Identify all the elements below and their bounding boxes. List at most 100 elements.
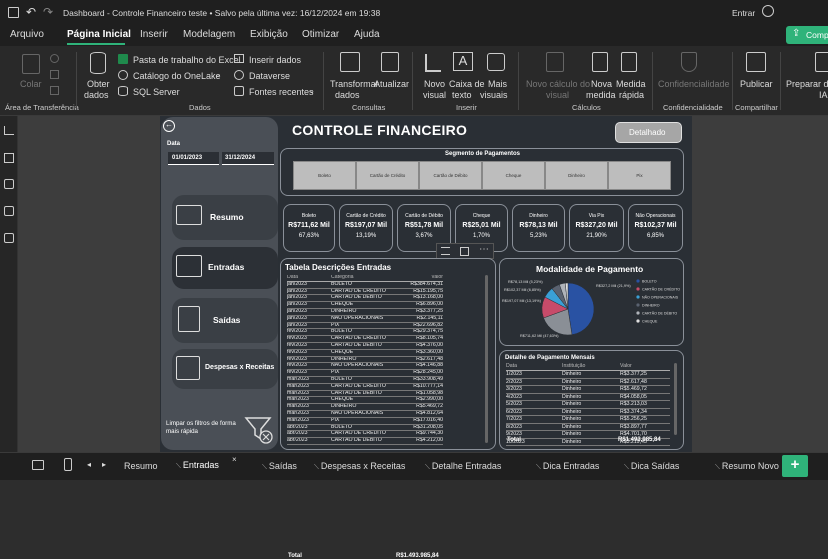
table-row[interactable]: mar/2023 CARTÃO DE DÉBITO R$1.058,98 (287, 391, 443, 398)
table-row[interactable]: fev/2023 BOLETO R$29.374,75 (287, 329, 443, 337)
sql-button[interactable]: SQL Server (133, 87, 180, 97)
recent-sources-chevron-icon[interactable]: ⌄ (309, 87, 315, 95)
more-options-icon[interactable]: ⋯ (479, 244, 489, 255)
new-visual-calc-button[interactable]: Novo cálculo do (526, 79, 590, 89)
transform-data-button[interactable]: Transformar (330, 79, 379, 89)
menu-exibicao[interactable]: Exibição (250, 29, 288, 40)
table-row[interactable]: fev/2023 CHEQUE R$3.360,00 (287, 350, 443, 357)
table-row[interactable]: 8/2023 Dinheiro R$3.897,77 (506, 424, 670, 431)
save-icon[interactable] (8, 7, 19, 18)
page-tab[interactable]: ⟍ Dica Saídas (624, 461, 679, 472)
segment-boleto[interactable]: Boleto (293, 161, 356, 190)
table-row[interactable]: mar/2023 DINHEIRO R$5.469,72 (287, 404, 443, 411)
next-page-icon[interactable]: ▸ (102, 460, 106, 469)
refresh-button[interactable]: Atualizar (374, 79, 409, 89)
paste-button[interactable]: Colar (20, 79, 42, 89)
page-tab[interactable]: ⟍ Entradas × (168, 454, 237, 479)
account-icon[interactable] (762, 5, 774, 17)
detail-button[interactable]: Detalhado (615, 122, 682, 143)
format-painter-icon[interactable] (50, 86, 59, 95)
nav-button-entradas[interactable]: Entradas (172, 247, 278, 289)
tmdl-view-icon[interactable] (4, 233, 14, 243)
table-row[interactable]: 2/2023 Dinheiro R$2.617,48 (506, 379, 670, 386)
table-row[interactable]: fev/2023 NÃO OPERACIONAIS R$4.146,88 (287, 363, 443, 371)
table-row[interactable]: jan/2023 CARTÃO DE CRÉDITO R$15.195,75 (287, 289, 443, 296)
table-row[interactable]: fev/2023 PIX R$28.245,00 (287, 370, 443, 377)
table-row[interactable]: fev/2023 DINHEIRO R$2.617,48 (287, 357, 443, 364)
add-page-button[interactable]: + (782, 455, 808, 477)
dataverse-button[interactable]: Dataverse (249, 71, 290, 81)
new-visual-button-line2[interactable]: visual (423, 90, 446, 100)
textbox-button[interactable]: Caixa de (449, 79, 485, 89)
recent-sources-button[interactable]: Fontes recentes (249, 87, 314, 97)
table-row[interactable]: fev/2023 CARTÃO DE DÉBITO R$4.376,00 (287, 343, 443, 350)
table-row[interactable]: 5/2023 Dinheiro R$3.213,03 (506, 401, 670, 409)
menu-modelagem[interactable]: Modelagem (183, 29, 235, 40)
table-row[interactable]: jan/2023 CARTÃO DE DÉBITO R$13.168,00 (287, 295, 443, 303)
nav-button-saidas[interactable]: Saídas (172, 298, 278, 343)
cut-icon[interactable] (50, 54, 59, 63)
segment-pix[interactable]: Pix (608, 161, 671, 190)
new-measure-button-line2[interactable]: medida (586, 90, 616, 100)
page-tab[interactable]: Resumo (124, 461, 158, 471)
transform-data-button-line2[interactable]: dados (335, 90, 360, 100)
model-view-icon[interactable] (4, 179, 14, 189)
more-visuals-button-line2[interactable]: visuais (480, 90, 508, 100)
page-tab[interactable]: ⟍ Detalhe Entradas (425, 461, 501, 472)
quick-measure-button-line2[interactable]: rápida (619, 90, 644, 100)
menu-otimizar[interactable]: Otimizar (302, 29, 339, 40)
table-row[interactable]: jan/2023 BOLETO R$384.674,31 (287, 282, 443, 289)
menu-pagina-inicial[interactable]: Página Inicial (67, 29, 131, 40)
quick-measure-button[interactable]: Medida (616, 79, 646, 89)
mobile-view-icon[interactable] (64, 458, 72, 471)
table-row[interactable]: mar/2023 CHEQUE R$2.990,00 (287, 397, 443, 405)
new-visual-button[interactable]: Novo (424, 79, 445, 89)
table-row[interactable]: jan/2023 DINHEIRO R$3.377,25 (287, 309, 443, 316)
menu-inserir[interactable]: Inserir (140, 29, 168, 40)
table-row[interactable]: 3/2023 Dinheiro R$5.469,72 (506, 386, 670, 394)
dax-query-icon[interactable] (4, 206, 14, 216)
table-row[interactable]: 1/2023 Dinheiro R$3.377,25 (506, 371, 670, 379)
prev-page-icon[interactable]: ◂ (87, 460, 91, 469)
segment-cartao-credito[interactable]: Cartão de Crédito (356, 161, 419, 190)
table-scrollbar[interactable] (485, 275, 488, 443)
segment-dinheiro[interactable]: Dinheiro (545, 161, 608, 190)
table-row[interactable]: 4/2023 Dinheiro R$4.058,05 (506, 394, 670, 401)
table-row[interactable]: 6/2023 Dinheiro R$3.374,34 (506, 409, 670, 416)
new-visual-calc-button-line2[interactable]: visual (546, 90, 569, 100)
copy-icon[interactable] (50, 70, 59, 79)
table-row[interactable]: jan/2023 CHEQUE R$6.896,00 (287, 302, 443, 309)
nav-button-despesas-receitas[interactable]: Despesas x Receitas (172, 349, 278, 389)
focus-mode-icon[interactable] (460, 247, 469, 256)
table-row[interactable]: mar/2023 PIX R$17.016,40 (287, 418, 443, 425)
page-tab[interactable]: ⟍ Saídas (262, 461, 297, 472)
table-row[interactable]: abr/2023 BOLETO R$31.208,05 (287, 425, 443, 432)
page-tab[interactable]: ⟍ Despesas x Receitas (314, 461, 405, 472)
close-tab-icon[interactable]: × (232, 455, 237, 464)
table-row[interactable]: jan/2023 PIX R$22.696,82 (287, 323, 443, 330)
prepare-ai-button-line2[interactable]: IA (819, 90, 828, 100)
prepare-ai-button[interactable]: Preparar da (786, 79, 828, 89)
back-arrow-icon[interactable]: ← (163, 120, 175, 132)
onelake-button[interactable]: Catálogo do OneLake (133, 71, 221, 81)
page-tab[interactable]: ⟍ Resumo Novo (715, 461, 779, 472)
clear-filters-button[interactable] (244, 415, 274, 445)
pie-slice[interactable] (567, 282, 595, 335)
desktop-view-icon[interactable] (32, 460, 44, 470)
date-to-input[interactable]: 31/12/2024 (222, 152, 274, 165)
filter-icon[interactable] (441, 247, 450, 255)
get-data-button-line2[interactable]: dados (84, 90, 109, 100)
date-from-input[interactable]: 01/01/2023 (168, 152, 219, 165)
table-row[interactable]: mar/2023 BOLETO R$33.908,49 (287, 377, 443, 384)
table-row[interactable]: abr/2023 CARTÃO DE DÉBITO R$4.212,00 (287, 438, 443, 445)
monthly-scrollbar[interactable] (674, 363, 677, 435)
share-button[interactable]: Comp ⇪ (786, 26, 828, 44)
nav-button-resumo[interactable]: Resumo (172, 195, 278, 240)
sensitivity-button[interactable]: Confidencialidade (658, 79, 730, 89)
get-data-button[interactable]: Obter (87, 79, 110, 89)
onelake-chevron-icon[interactable]: ⌄ (215, 71, 221, 79)
sign-in-button[interactable]: Entrar (732, 8, 755, 18)
segment-cartao-debito[interactable]: Cartão de Débito (419, 161, 482, 190)
table-row[interactable]: abr/2023 CARTÃO DE CRÉDITO R$9.744,30 (287, 431, 443, 439)
table-view-icon[interactable] (4, 153, 14, 163)
